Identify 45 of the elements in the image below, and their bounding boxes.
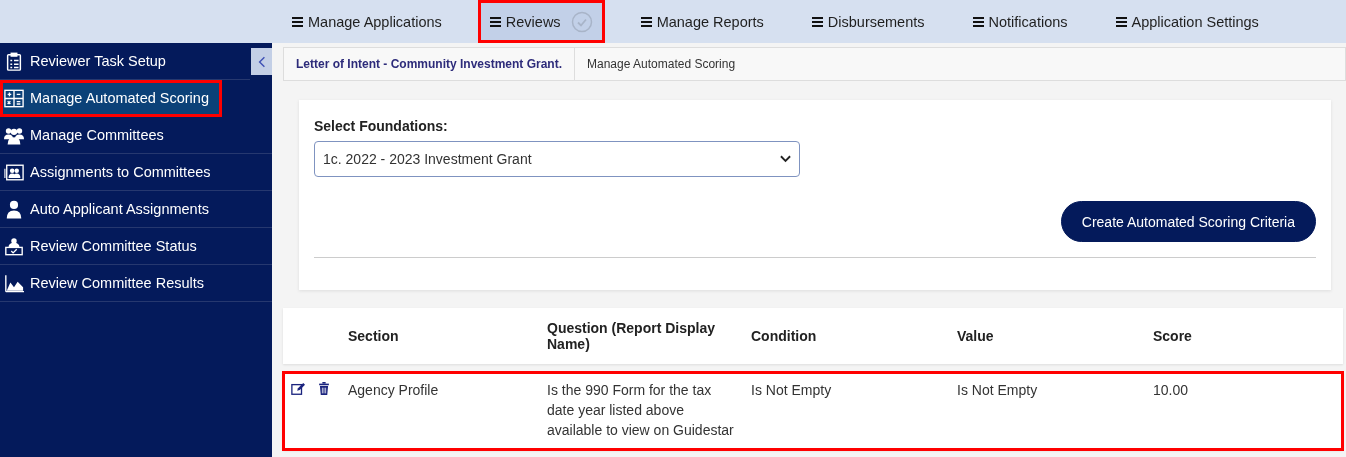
user-icon (4, 199, 24, 219)
breadcrumb-link[interactable]: Letter of Intent - Community Investment Grant. (284, 48, 575, 80)
inbox-check-icon (4, 236, 24, 256)
nav-tab[interactable]: Reviews (477, 0, 605, 43)
menu-icon (489, 16, 501, 27)
nav-tab[interactable]: Application Settings (1103, 0, 1271, 43)
table-cell-text: Is Not Empty (957, 381, 1039, 400)
sidebar-item[interactable]: Review Committee Status (0, 228, 272, 265)
sidebar-item[interactable]: Review Committee Results (0, 265, 272, 302)
calculator-icon (4, 88, 24, 108)
column-header: Condition (751, 328, 818, 344)
sidebar-item[interactable]: Assignments to Committees (0, 154, 272, 191)
column-header: Score (1153, 328, 1193, 344)
menu-icon (972, 16, 984, 27)
menu-icon (1115, 16, 1127, 27)
nav-tab[interactable]: Disbursements (799, 0, 937, 43)
area-chart-icon (4, 273, 24, 293)
collapse-button[interactable] (251, 48, 272, 75)
presentation-icon (4, 162, 24, 182)
column-header: Question (Report Display Name) (547, 320, 717, 352)
column-header: Section (348, 328, 400, 344)
field-label: Select Foundations: (314, 118, 449, 134)
breadcrumb-current: Manage Automated Scoring (586, 56, 737, 73)
column-header: Value (957, 328, 995, 344)
chevron-down-icon (780, 155, 791, 163)
clipboard-icon (4, 51, 24, 71)
chevron-left-icon (257, 55, 266, 68)
table-cell-text: 10.00 (1153, 381, 1190, 400)
nav-tab[interactable]: Manage Applications (280, 0, 454, 43)
nav-tab[interactable]: Notifications (960, 0, 1080, 43)
nav-tab[interactable]: Manage Reports (628, 0, 776, 43)
sidebar-item[interactable]: Manage Automated Scoring (0, 80, 222, 117)
create-criteria-button[interactable]: Create Automated Scoring Criteria (1060, 201, 1316, 242)
menu-icon (811, 16, 823, 27)
menu-icon (292, 16, 303, 27)
sidebar-item[interactable]: Manage Committees (0, 117, 272, 154)
edit-icon[interactable] (291, 382, 305, 396)
delete-icon[interactable] (318, 382, 330, 395)
menu-icon (640, 16, 652, 27)
table-cell-text: Is Not Empty (751, 381, 833, 400)
sidebar-item[interactable]: Auto Applicant Assignments (0, 191, 272, 228)
foundation-select[interactable]: 1c. 2022 - 2023 Investment Grant (314, 141, 800, 177)
table-cell-text: Agency Profile (348, 381, 440, 400)
people-icon (4, 125, 24, 145)
table-cell-text: Is the 990 Form for the tax date year listed above available to view on Guidestar (547, 381, 735, 440)
